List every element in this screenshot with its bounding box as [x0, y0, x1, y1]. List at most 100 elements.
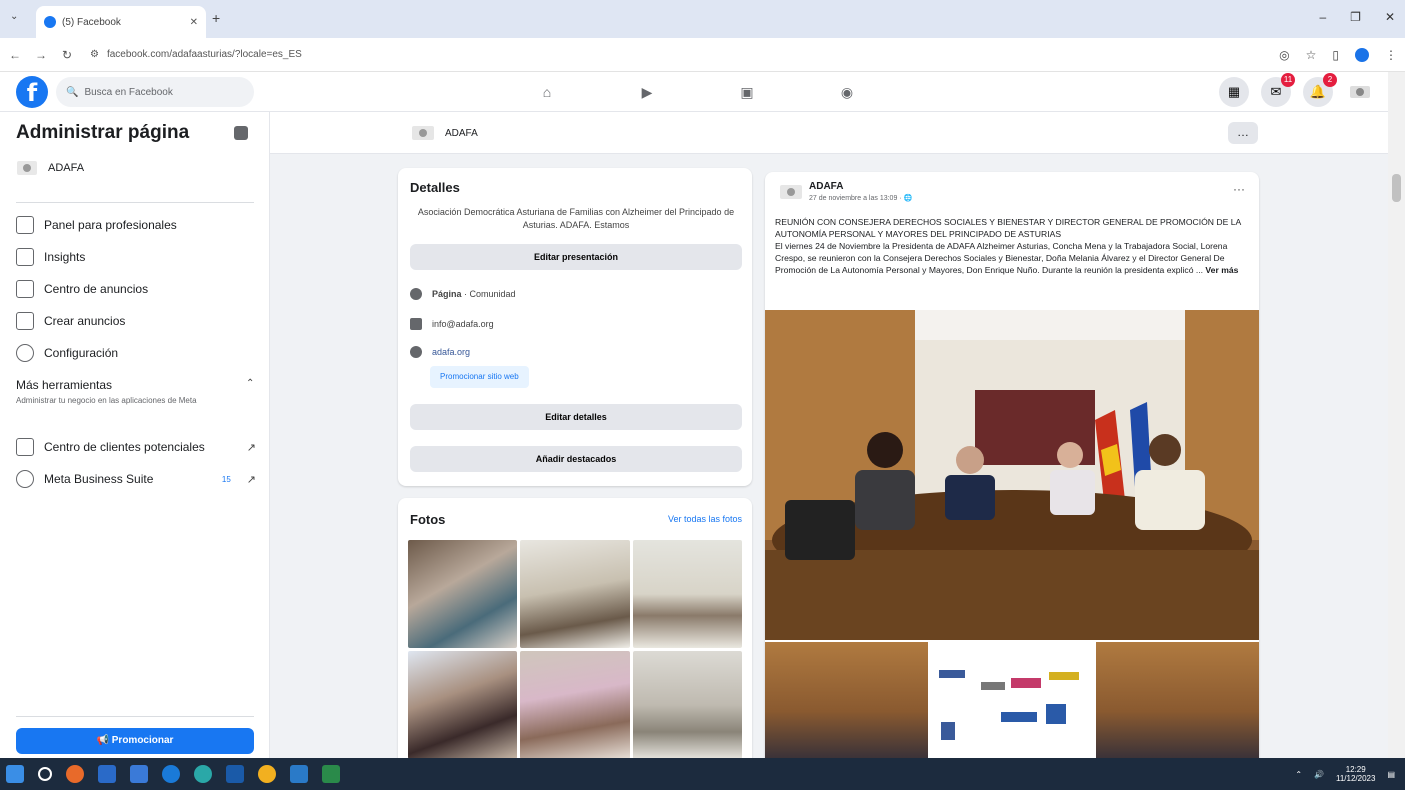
edit-details-button[interactable]: Editar detalles — [410, 404, 742, 430]
page-avatar[interactable] — [410, 122, 436, 148]
video-icon[interactable]: ▶ — [635, 80, 659, 104]
photo-thumbnail[interactable] — [632, 540, 742, 648]
sidebar-page-switcher[interactable]: ADAFA — [16, 158, 84, 178]
forward-icon[interactable]: → — [34, 48, 48, 62]
divider — [16, 202, 254, 203]
search-icon[interactable] — [38, 767, 52, 781]
more-tools-title[interactable]: Más herramientas — [16, 378, 256, 392]
sidebar-item-label: Centro de clientes potenciales — [44, 440, 205, 454]
post-thumbnail[interactable] — [765, 642, 928, 768]
marketplace-icon[interactable]: ▣ — [735, 80, 759, 104]
chrome-icon[interactable] — [258, 765, 276, 783]
close-tab-icon[interactable]: ✕ — [190, 17, 198, 28]
info-icon — [410, 288, 422, 300]
details-title: Detalles — [410, 180, 460, 195]
sidebar-item-label: Insights — [44, 250, 86, 264]
sidebar-item-ads-center[interactable]: Centro de anuncios — [16, 280, 256, 298]
windows-start-icon[interactable] — [6, 765, 24, 783]
minimize-icon[interactable]: – — [1319, 10, 1326, 24]
post-date[interactable]: 27 de noviembre a las 13:09 · 🌐 — [809, 194, 912, 202]
profile-avatar-icon[interactable] — [1355, 47, 1369, 62]
facebook-logo-icon[interactable]: f — [16, 76, 48, 108]
edge-legacy-icon[interactable] — [162, 765, 180, 783]
see-all-photos-link[interactable]: Ver todas las fotos — [668, 514, 742, 524]
excel-icon[interactable] — [322, 765, 340, 783]
mail-icon[interactable] — [130, 765, 148, 783]
photo-thumbnail[interactable] — [408, 540, 518, 648]
sidebar-item-leads-center[interactable]: Centro de clientes potenciales ↗ — [16, 438, 256, 456]
gaming-icon[interactable]: ◉ — [835, 80, 859, 104]
new-tab-icon[interactable]: + — [212, 10, 220, 26]
extension-icon[interactable]: ◎ — [1279, 48, 1289, 62]
website-link[interactable]: adafa.org — [432, 347, 470, 357]
post-body: El viernes 24 de Noviembre la Presidenta… — [775, 241, 1228, 275]
globe-icon — [410, 346, 422, 358]
site-info-icon[interactable]: ⚙ — [90, 49, 99, 60]
edge-icon[interactable] — [194, 765, 212, 783]
edit-intro-button[interactable]: Editar presentación — [410, 244, 742, 270]
post-text: REUNIÓN CON CONSEJERA DERECHOS SOCIALES … — [775, 216, 1249, 276]
photo-thumbnail[interactable] — [408, 651, 518, 759]
post-author-avatar[interactable] — [779, 182, 803, 206]
firefox-icon[interactable] — [66, 765, 84, 783]
photo-thumbnail[interactable] — [632, 651, 742, 759]
tab-list-icon[interactable]: ⌄ — [10, 11, 18, 22]
post-main-photo[interactable] — [765, 310, 1259, 640]
browser-menu-icon[interactable]: ⋮ — [1385, 48, 1397, 62]
page-scrollbar[interactable] — [1388, 72, 1405, 758]
store-icon[interactable] — [226, 765, 244, 783]
sidebar-item-settings[interactable]: Configuración — [16, 344, 256, 362]
chevron-up-icon[interactable]: ⌃ — [246, 378, 254, 389]
address-bar[interactable]: ⚙ facebook.com/adafaasturias/?locale=es_… — [86, 43, 1267, 67]
sidebar-item-create-ads[interactable]: Crear anuncios — [16, 312, 256, 330]
search-input[interactable]: 🔍 Busca en Facebook — [56, 77, 254, 107]
sidebar-item-insights[interactable]: Insights — [16, 248, 256, 266]
page-name: ADAFA — [445, 128, 478, 139]
adafa-logo-icon — [780, 185, 802, 199]
back-icon[interactable]: ← — [8, 48, 22, 62]
sidepanel-icon[interactable]: ▯ — [1332, 48, 1339, 62]
more-tools-subtitle: Administrar tu negocio en las aplicacion… — [16, 396, 197, 405]
post-author[interactable]: ADAFA — [809, 181, 843, 192]
collapse-sidebar-icon[interactable] — [234, 126, 248, 140]
menu-grid-icon[interactable]: ▦ — [1219, 77, 1249, 107]
maximize-icon[interactable]: ❐ — [1350, 10, 1361, 24]
clock-date: 11/12/2023 — [1335, 774, 1376, 783]
scrollbar-thumb[interactable] — [1392, 174, 1401, 202]
promote-website-button[interactable]: Promocionar sitio web — [430, 366, 529, 388]
account-avatar[interactable] — [1345, 77, 1375, 107]
close-window-icon[interactable]: ✕ — [1385, 10, 1395, 24]
task-view-icon[interactable] — [98, 765, 116, 783]
post-options-icon[interactable]: ··· — [1233, 182, 1245, 196]
sidebar-item-panel[interactable]: Panel para profesionales — [16, 216, 256, 234]
photo-thumbnail[interactable] — [520, 540, 630, 648]
word-icon[interactable] — [290, 765, 308, 783]
email-text[interactable]: info@adafa.org — [432, 319, 494, 329]
adafa-logo-icon — [1350, 86, 1370, 98]
browser-tab[interactable]: (5) Facebook ✕ — [36, 6, 206, 38]
bookmark-star-icon[interactable]: ☆ — [1306, 48, 1317, 62]
page-more-button[interactable]: … — [1228, 122, 1258, 144]
volume-icon[interactable]: 🔊 — [1314, 770, 1324, 779]
windows-taskbar: ⌃ 🔊 12:29 11/12/2023 ▤ — [0, 758, 1405, 790]
photo-thumbnail[interactable] — [520, 651, 630, 759]
clock[interactable]: 12:29 11/12/2023 — [1336, 765, 1375, 783]
notifications-icon[interactable]: 🔔 2 — [1303, 73, 1337, 107]
sidebar-item-business-suite[interactable]: Meta Business Suite 15 ↗ — [16, 470, 256, 488]
promote-button[interactable]: 📢 Promocionar — [16, 728, 254, 754]
add-featured-button[interactable]: Añadir destacados — [410, 446, 742, 472]
manage-page-sidebar: Administrar página ADAFA Panel para prof… — [0, 112, 270, 758]
notification-center-icon[interactable]: ▤ — [1387, 770, 1395, 779]
leads-icon — [16, 438, 34, 456]
reload-icon[interactable]: ↻ — [60, 48, 74, 62]
home-icon[interactable]: ⌂ — [535, 80, 559, 104]
external-link-icon: ↗ — [246, 473, 256, 486]
post-thumbnail[interactable] — [1096, 642, 1260, 768]
website-row: adafa.org — [410, 346, 470, 358]
post-thumbnail[interactable] — [930, 642, 1094, 768]
adafa-logo-icon — [412, 126, 434, 140]
messenger-icon[interactable]: ✉ 11 — [1261, 73, 1295, 107]
meta-icon — [16, 470, 34, 488]
see-more-link[interactable]: Ver más — [1205, 265, 1238, 275]
tray-chevron-icon[interactable]: ⌃ — [1295, 770, 1302, 779]
